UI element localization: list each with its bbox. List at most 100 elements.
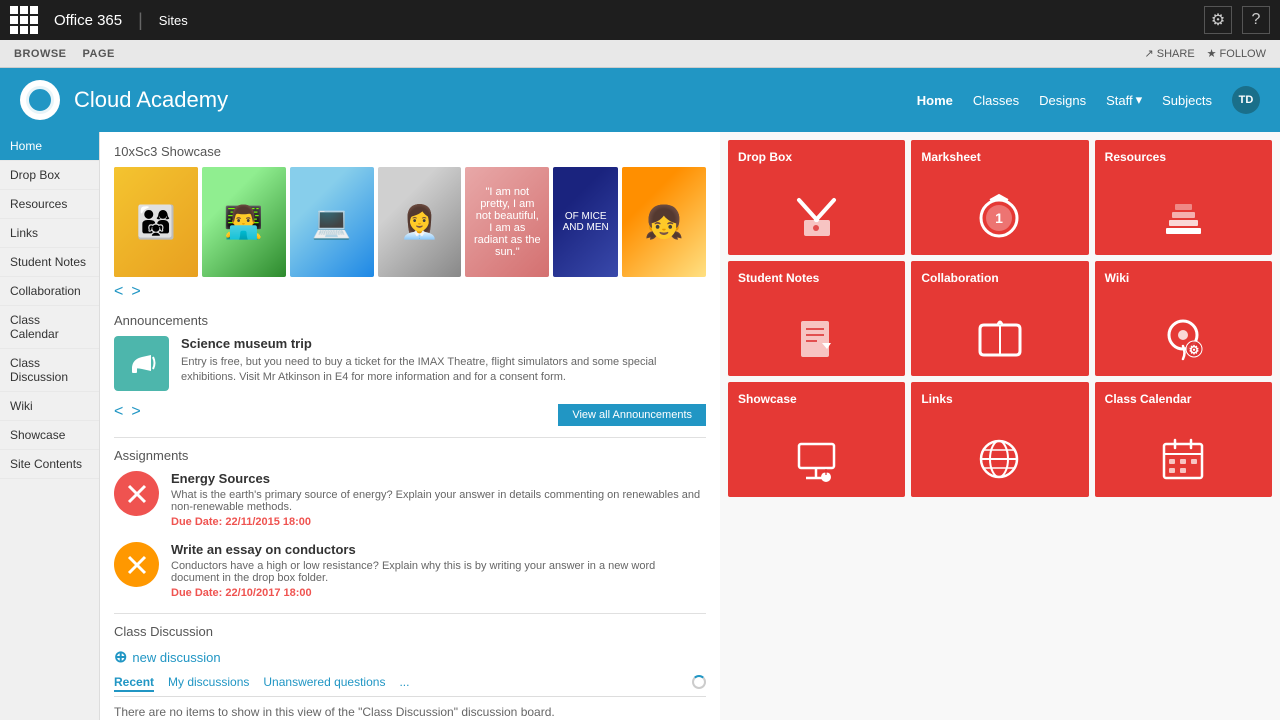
tile-links[interactable]: Links [911, 382, 1088, 497]
tile-student-notes-icon [738, 311, 895, 366]
disc-tab-more[interactable]: ... [399, 675, 409, 692]
follow-action[interactable]: ★ FOLLOW [1207, 47, 1266, 60]
nav-subjects[interactable]: Subjects [1162, 93, 1212, 108]
nav-designs[interactable]: Designs [1039, 93, 1086, 108]
assignment-item-2: Write an essay on conductors Conductors … [114, 542, 706, 599]
main-content: 10xSc3 Showcase 👨‍👩‍👧 👨‍💻 💻 👩‍💼 [100, 132, 720, 720]
disc-tab-recent[interactable]: Recent [114, 675, 154, 692]
carousel: 👨‍👩‍👧 👨‍💻 💻 👩‍💼 "I am not pretty, I am n… [114, 167, 706, 277]
office365-title[interactable]: Office 365 [54, 12, 122, 29]
help-icon[interactable]: ? [1242, 6, 1270, 34]
app-grid-button[interactable] [10, 6, 38, 34]
tile-marksheet-title: Marksheet [921, 150, 980, 164]
sidebar-item-class-discussion[interactable]: Class Discussion [0, 349, 99, 392]
announcements-title: Announcements [114, 313, 706, 328]
carousel-item-4: 👩‍💼 [378, 167, 462, 277]
view-all-announcements[interactable]: View all Announcements [558, 404, 706, 426]
tile-wiki-title: Wiki [1105, 271, 1130, 285]
breadcrumb-bar: BROWSE PAGE ↗ SHARE ★ FOLLOW [0, 40, 1280, 68]
assignments-title: Assignments [114, 448, 706, 463]
disc-tab-unanswered[interactable]: Unanswered questions [263, 675, 385, 692]
disc-loading [692, 675, 706, 692]
topbar-right: ⚙ ? [1204, 6, 1270, 34]
site-title: Cloud Academy [74, 87, 228, 113]
ann-prev[interactable]: < [114, 403, 123, 421]
carousel-item-7: 👧 [622, 167, 706, 277]
assignment-title-2: Write an essay on conductors [171, 542, 706, 557]
svg-text:⚙: ⚙ [1188, 343, 1199, 357]
settings-icon[interactable]: ⚙ [1204, 6, 1232, 34]
sidebar: Home Drop Box Resources Links Student No… [0, 132, 100, 720]
divider-1 [114, 437, 706, 438]
new-discussion-btn[interactable]: ⊕ new discussion [114, 647, 706, 667]
main-layout: Home Drop Box Resources Links Student No… [0, 132, 1280, 720]
site-logo [20, 80, 60, 120]
ann-next[interactable]: > [131, 403, 140, 421]
sidebar-item-links[interactable]: Links [0, 219, 99, 248]
discussion-title: Class Discussion [114, 624, 706, 639]
assignment-body-1: What is the earth's primary source of en… [171, 489, 706, 513]
announcement-heading: Science museum trip [181, 336, 706, 351]
tile-wiki[interactable]: Wiki ⚙ [1095, 261, 1272, 376]
tile-student-notes-title: Student Notes [738, 271, 819, 285]
sidebar-item-wiki[interactable]: Wiki [0, 392, 99, 421]
nav-home[interactable]: Home [917, 93, 953, 108]
tile-marksheet[interactable]: Marksheet 1 [911, 140, 1088, 255]
tile-class-calendar-title: Class Calendar [1105, 392, 1192, 406]
user-avatar[interactable]: TD [1232, 86, 1260, 114]
tile-links-icon [921, 432, 1078, 487]
star-icon: ★ [1207, 47, 1217, 60]
assignment-due-1: Due Date: 22/11/2015 18:00 [171, 516, 706, 528]
breadcrumb-page[interactable]: PAGE [83, 48, 115, 60]
tile-resources[interactable]: Resources [1095, 140, 1272, 255]
sidebar-item-home[interactable]: Home [0, 132, 99, 161]
right-panel: Drop Box Marksheet 1 [720, 132, 1280, 720]
sidebar-item-site-contents[interactable]: Site Contents [0, 450, 99, 479]
topbar-divider: | [138, 10, 143, 31]
divider-2 [114, 613, 706, 614]
tile-drop-box-icon [738, 190, 895, 245]
carousel-item-3: 💻 [290, 167, 374, 277]
assignment-title-1: Energy Sources [171, 471, 706, 486]
share-action[interactable]: ↗ SHARE [1145, 47, 1195, 60]
tile-drop-box[interactable]: Drop Box [728, 140, 905, 255]
assignment-icon-2 [114, 542, 159, 587]
ann-nav: < > [114, 403, 141, 421]
nav-staff[interactable]: Staff ▾ [1106, 92, 1142, 108]
announcement-icon [114, 336, 169, 391]
assignment-due-2: Due Date: 22/10/2017 18:00 [171, 587, 706, 599]
breadcrumb-actions: ↗ SHARE ★ FOLLOW [1145, 47, 1266, 60]
sidebar-item-collaboration[interactable]: Collaboration [0, 277, 99, 306]
sidebar-item-resources[interactable]: Resources [0, 190, 99, 219]
tile-collaboration-title: Collaboration [921, 271, 998, 285]
announcement-content: Science museum trip Entry is free, but y… [181, 336, 706, 391]
plus-icon: ⊕ [114, 647, 127, 667]
disc-tab-my[interactable]: My discussions [168, 675, 249, 692]
discussion-empty: There are no items to show in this view … [114, 705, 706, 719]
share-icon: ↗ [1145, 47, 1154, 60]
nav-classes[interactable]: Classes [973, 93, 1019, 108]
tile-class-calendar[interactable]: Class Calendar [1095, 382, 1272, 497]
tile-collaboration[interactable]: Collaboration [911, 261, 1088, 376]
assignment-item-1: Energy Sources What is the earth's prima… [114, 471, 706, 528]
breadcrumb-browse[interactable]: BROWSE [14, 48, 67, 60]
sidebar-item-dropbox[interactable]: Drop Box [0, 161, 99, 190]
carousel-next[interactable]: > [131, 283, 140, 301]
tile-showcase-icon [738, 432, 895, 487]
sidebar-item-showcase[interactable]: Showcase [0, 421, 99, 450]
tile-student-notes[interactable]: Student Notes [728, 261, 905, 376]
tile-wiki-icon: ⚙ [1105, 311, 1262, 366]
logo-inner [26, 86, 54, 114]
assignment-content-2: Write an essay on conductors Conductors … [171, 542, 706, 599]
sidebar-item-class-calendar[interactable]: Class Calendar [0, 306, 99, 349]
sidebar-item-student-notes[interactable]: Student Notes [0, 248, 99, 277]
assignment-icon-1 [114, 471, 159, 516]
site-nav: Home Classes Designs Staff ▾ Subjects TD [917, 86, 1260, 114]
carousel-item-6: OF MICE AND MEN [553, 167, 618, 277]
sites-link[interactable]: Sites [159, 13, 188, 28]
staff-dropdown-icon: ▾ [1136, 92, 1143, 108]
carousel-item-1: 👨‍👩‍👧 [114, 167, 198, 277]
announcement-body: Entry is free, but you need to buy a tic… [181, 355, 706, 386]
tile-showcase[interactable]: Showcase [728, 382, 905, 497]
carousel-prev[interactable]: < [114, 283, 123, 301]
